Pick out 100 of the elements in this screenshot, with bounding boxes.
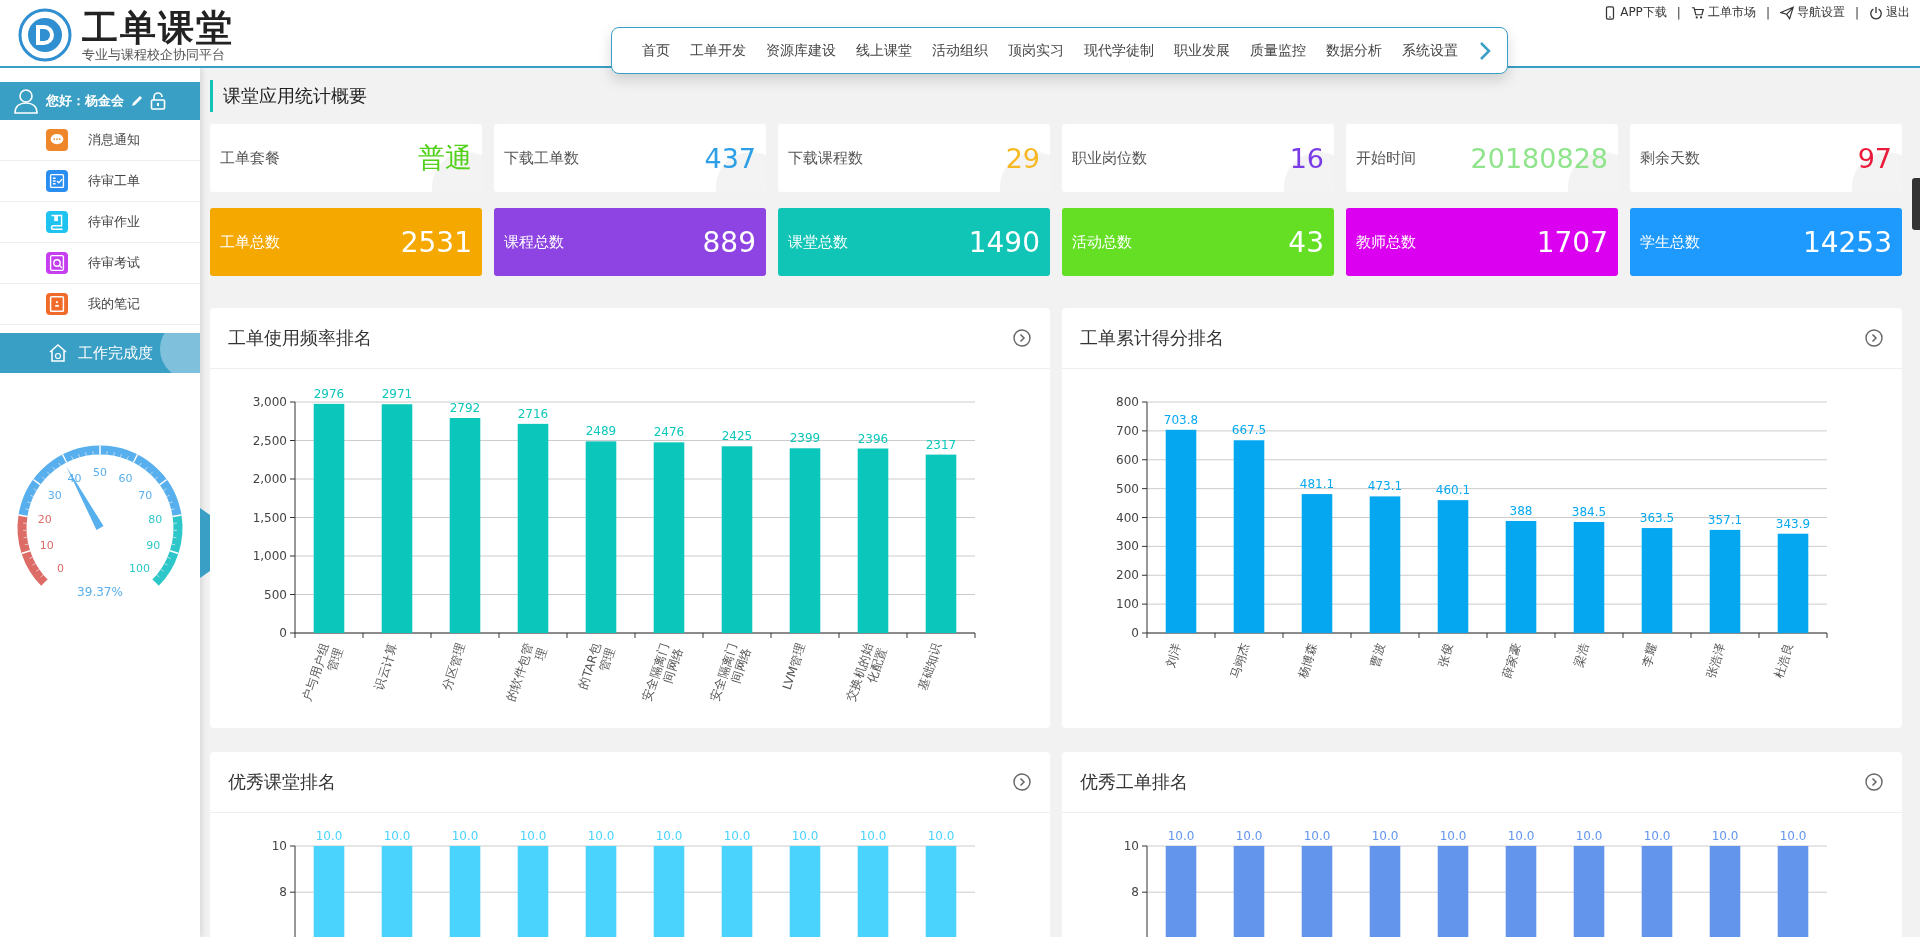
- nav-item[interactable]: 活动组织: [922, 41, 998, 60]
- nav-item[interactable]: 系统设置: [1392, 41, 1468, 60]
- panel-title: 工单使用频率排名: [228, 326, 372, 350]
- separator: |: [1676, 5, 1681, 20]
- total-card: 活动总数 43: [1062, 208, 1334, 276]
- stat-value: 16: [1289, 142, 1324, 174]
- nav-item[interactable]: 资源库建设: [756, 41, 846, 60]
- axis-label: 梁浩: [1571, 641, 1592, 669]
- stat-label: 下载工单数: [504, 148, 579, 168]
- value-label: 667.5: [1231, 423, 1267, 438]
- axis-label: 马翊杰: [1227, 641, 1252, 681]
- axis-label: 户与用户组管理: [300, 641, 346, 703]
- value-label: 10.0: [791, 829, 819, 843]
- axis-label: 刘洋: [1163, 641, 1184, 669]
- power-icon: [1869, 5, 1883, 20]
- stat-value: 437: [704, 142, 756, 174]
- gauge-scale-label: 50: [93, 466, 107, 479]
- menu-item[interactable]: 待审考试: [0, 243, 200, 284]
- stat-value: 29: [1005, 142, 1040, 174]
- nav-item[interactable]: 职业发展: [1164, 41, 1240, 60]
- lock-icon[interactable]: [150, 92, 166, 110]
- gauge-reading: 39.37%: [77, 585, 123, 599]
- value-label: 10.0: [1711, 829, 1739, 843]
- axis-tick-label: 0: [279, 626, 287, 640]
- axis-tick-label: 300: [1116, 539, 1139, 554]
- value-label: 10.0: [383, 829, 411, 843]
- axis-label: 安全隔离门间网络: [708, 641, 754, 703]
- total-card: 教师总数 1707: [1346, 208, 1618, 276]
- axis-tick-label: 1,500: [252, 510, 287, 525]
- top-link[interactable]: APP下载: [1603, 4, 1667, 21]
- value-label: 10.0: [1303, 829, 1331, 843]
- circle-chevron-icon[interactable]: [1864, 328, 1884, 348]
- nav-item[interactable]: 质量监控: [1240, 41, 1316, 60]
- user-icon: [14, 88, 40, 114]
- gauge-scale-label: 90: [146, 539, 161, 553]
- gauge-scale-label: 10: [39, 539, 54, 553]
- stat-label: 开始时间: [1356, 148, 1416, 168]
- logo-title: 工单课堂: [82, 8, 234, 47]
- axis-tick-label: 400: [1116, 510, 1139, 525]
- nav-item[interactable]: 首页: [632, 41, 680, 60]
- stat-value: 97: [1857, 142, 1892, 174]
- cart-icon: [1690, 5, 1705, 20]
- value-label: 473.1: [1367, 479, 1403, 494]
- axis-label: 李耀: [1639, 641, 1660, 669]
- value-label: 2476: [653, 425, 685, 440]
- menu-item[interactable]: 待审工单: [0, 161, 200, 202]
- value-label: 10.0: [1575, 829, 1603, 843]
- top-link[interactable]: 工单市场: [1690, 4, 1756, 21]
- section-title: 课堂应用统计概要: [210, 80, 1902, 112]
- axis-label: 杨博森: [1295, 641, 1320, 681]
- axis-label: 交换机的始化配置: [844, 641, 890, 703]
- axis-label: 识云计算: [371, 641, 400, 692]
- value-label: 481.1: [1299, 477, 1335, 492]
- value-label: 2792: [449, 401, 481, 415]
- top-link[interactable]: 退出: [1869, 4, 1910, 21]
- menu-item[interactable]: 待审作业: [0, 202, 200, 243]
- axis-tick-label: 2,500: [252, 433, 287, 448]
- value-label: 10.0: [1167, 829, 1195, 843]
- gauge-scale-label: 60: [118, 472, 133, 486]
- value-label: 2399: [789, 431, 821, 446]
- value-label: 10.0: [1779, 829, 1807, 843]
- axis-label: 的软件包管理: [504, 641, 550, 703]
- value-label: 357.1: [1707, 512, 1743, 527]
- value-label: 10.0: [1507, 829, 1535, 843]
- value-label: 2425: [721, 429, 753, 444]
- menu-item[interactable]: 我的笔记: [0, 284, 200, 325]
- logo-icon: [18, 8, 72, 62]
- axis-label: 张俊: [1435, 641, 1456, 669]
- collapse-handle[interactable]: [200, 508, 210, 578]
- total-card: 课堂总数 1490: [778, 208, 1050, 276]
- top-link[interactable]: 导航设置: [1779, 4, 1845, 21]
- menu-item[interactable]: 消息通知: [0, 120, 200, 161]
- nav-item[interactable]: 顶岗实习: [998, 41, 1074, 60]
- value-label: 2976: [313, 386, 345, 401]
- axis-tick-label: 10: [271, 839, 287, 853]
- nav-item[interactable]: 工单开发: [680, 41, 756, 60]
- axis-tick-label: 200: [1116, 568, 1139, 583]
- axis-tick-label: 2,000: [252, 472, 287, 486]
- house-icon: [47, 343, 68, 363]
- nav-item[interactable]: 数据分析: [1316, 41, 1392, 60]
- axis-tick-label: 800: [1116, 395, 1139, 409]
- circle-chevron-icon[interactable]: [1012, 328, 1032, 348]
- nav-item[interactable]: 线上课堂: [846, 41, 922, 60]
- gauge-scale-label: 70: [138, 489, 153, 503]
- value-label: 10.0: [1235, 829, 1263, 843]
- pencil-icon[interactable]: [130, 94, 144, 108]
- stat-value: 20180828: [1470, 142, 1608, 174]
- total-card: 课程总数 889: [494, 208, 766, 276]
- axis-label: 的TAR包管理: [576, 641, 618, 691]
- circle-chevron-icon[interactable]: [1012, 772, 1032, 792]
- gauge-scale-label: 0: [56, 561, 64, 575]
- nav-item[interactable]: 现代学徒制: [1074, 41, 1164, 60]
- axis-label: 张浩泽: [1703, 641, 1728, 681]
- axis-tick-label: 600: [1116, 452, 1139, 467]
- circle-chevron-icon[interactable]: [1864, 772, 1884, 792]
- value-label: 10.0: [1643, 829, 1671, 843]
- total-card: 学生总数 14253: [1630, 208, 1902, 276]
- stat-value: 普通: [418, 141, 472, 175]
- axis-tick-label: 3,000: [252, 395, 287, 409]
- value-label: 10.0: [859, 829, 887, 843]
